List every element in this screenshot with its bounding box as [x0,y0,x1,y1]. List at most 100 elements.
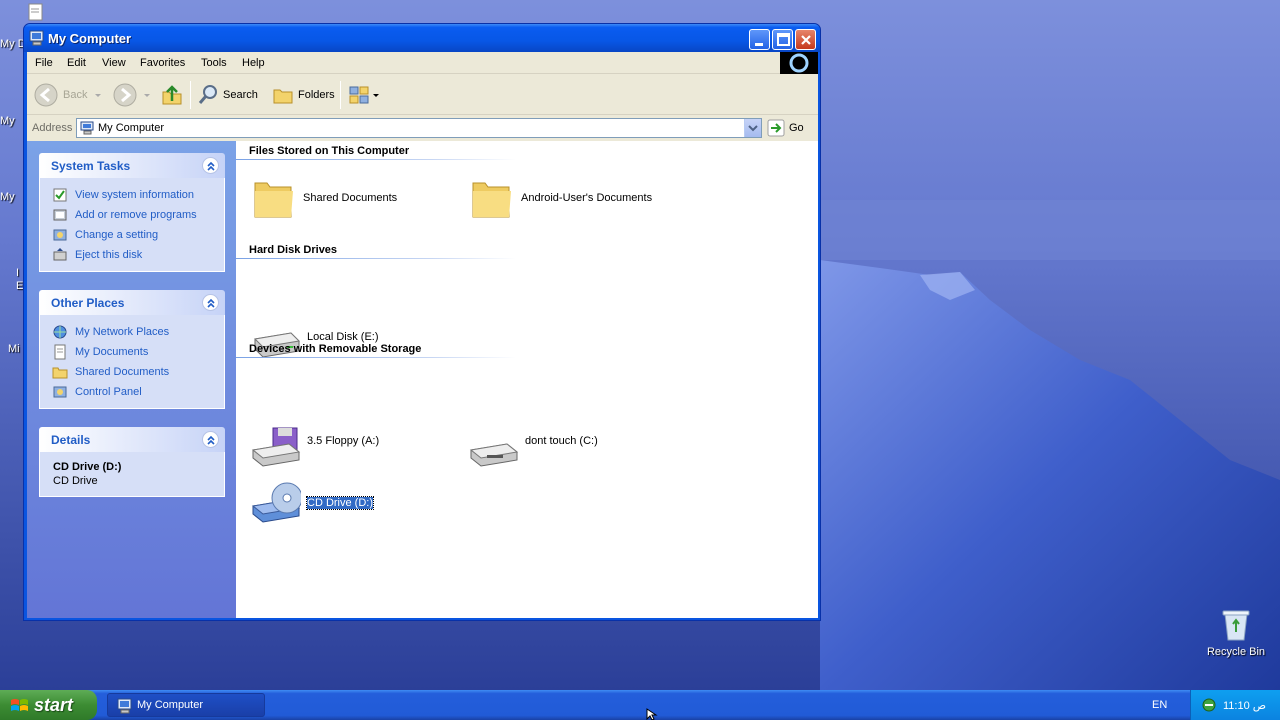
address-input[interactable]: My Computer [76,118,762,138]
desktop-icon-label[interactable]: My [0,115,15,127]
item-android-users-documents[interactable]: Android-User's Documents [469,175,652,221]
chevron-up-icon [207,298,215,308]
menu-view[interactable]: View [102,57,126,69]
place-my-documents[interactable]: My Documents [52,342,224,362]
system-tasks-body: View system information Add or remove pr… [39,178,225,272]
item-label: 3.5 Floppy (A:) [307,435,380,447]
folders-button[interactable]: Folders [272,81,335,109]
desktop-icon-label[interactable]: Mi [8,343,20,355]
window-titlebar[interactable]: My Computer [24,24,820,52]
folders-label: Folders [298,89,335,101]
task-view-system-information[interactable]: View system information [52,185,224,205]
menu-favorites[interactable]: Favorites [140,57,185,69]
details-body: CD Drive (D:) CD Drive [39,452,225,497]
window-client: File Edit View Favorites Tools Help Back [27,52,818,618]
task-label: My Network Places [75,326,170,338]
item-cd-drive-d[interactable]: CD Drive (D:) [251,480,374,526]
chevron-down-icon [144,94,150,97]
menubar: File Edit View Favorites Tools Help [27,52,818,74]
panel-title: Details [51,433,91,447]
system-tasks-panel: System Tasks View system information Add… [39,153,225,272]
place-control-panel[interactable]: Control Panel [52,382,224,402]
collapse-button[interactable] [202,431,219,448]
close-button[interactable] [795,29,816,50]
details-panel: Details CD Drive (D:) CD Drive [39,427,225,497]
taskbar-button-my-computer[interactable]: My Computer [107,693,265,717]
language-indicator[interactable]: EN [1152,699,1167,711]
task-label: Control Panel [75,386,142,398]
forward-button[interactable] [112,81,152,109]
search-icon [198,85,217,104]
back-button[interactable]: Back [33,81,103,109]
document-icon [54,344,66,360]
system-tray: 11:10 ص [1190,690,1280,720]
computer-icon [80,121,94,135]
task-pane: System Tasks View system information Add… [27,141,236,618]
close-icon [801,35,811,45]
document-icon[interactable] [28,3,44,21]
item-shared-documents[interactable]: Shared Documents [251,175,397,221]
desktop-icon-label[interactable]: My [0,191,15,203]
folder-icon [472,182,511,218]
control-panel-icon [53,386,67,398]
taskbar-button-label: My Computer [137,699,204,711]
toolbar: Back Search Folders [27,75,818,115]
panel-title: Other Places [51,296,125,310]
place-my-network-places[interactable]: My Network Places [52,322,224,342]
mouse-cursor-icon [646,708,658,720]
up-folder-button[interactable] [160,81,184,109]
views-button[interactable] [348,81,380,109]
window-title: My Computer [48,31,132,46]
task-add-remove-programs[interactable]: Add or remove programs [52,205,224,225]
maximize-button[interactable] [772,29,793,50]
item-label: Shared Documents [303,192,398,204]
details-header[interactable]: Details [39,427,225,452]
eject-icon [53,248,67,261]
minimize-button[interactable] [749,29,770,50]
group-header: Devices with Removable Storage [249,343,422,355]
recycle-bin[interactable]: Recycle Bin [1204,608,1268,658]
group-divider [236,357,516,358]
collapse-button[interactable] [202,157,219,174]
toolbar-separator [340,81,341,109]
clock[interactable]: 11:10 ص [1223,699,1266,712]
task-label: Shared Documents [75,366,170,378]
minimize-icon [755,43,763,46]
item-dont-touch-c[interactable]: dont touch (C:) [469,426,598,470]
collapse-button[interactable] [202,294,219,311]
go-button[interactable]: Go [767,119,804,137]
chevron-up-icon [207,161,215,171]
floppy-drive-icon [251,427,301,467]
task-label: Change a setting [75,229,159,241]
menu-file[interactable]: File [35,57,53,69]
menu-edit[interactable]: Edit [67,57,86,69]
maximize-icon [777,33,790,46]
removable-drive-icon [469,443,519,467]
system-tasks-header[interactable]: System Tasks [39,153,225,178]
task-eject-disk[interactable]: Eject this disk [52,245,224,265]
recycle-bin-label: Recycle Bin [1206,646,1266,658]
chevron-down-icon [95,94,102,97]
address-dropdown-button[interactable] [744,119,761,137]
start-button[interactable]: start [0,690,97,720]
menu-tools[interactable]: Tools [201,57,227,69]
other-places-header[interactable]: Other Places [39,290,225,315]
search-button[interactable]: Search [197,81,258,109]
menu-help[interactable]: Help [242,57,265,69]
toolbar-separator [190,81,191,109]
desktop-icon-label[interactable]: I [16,267,19,279]
back-label: Back [63,89,88,101]
desktop-icon-label[interactable]: My D [0,38,26,50]
go-arrow-icon [767,119,785,137]
forward-arrow-icon [113,83,137,107]
details-item-name: CD Drive (D:) [53,461,122,473]
my-computer-window: My Computer File Edit View Favorites Too… [23,23,821,621]
search-label: Search [223,89,258,101]
item-floppy-a[interactable]: 3.5 Floppy (A:) [251,426,379,470]
place-shared-documents[interactable]: Shared Documents [52,362,224,382]
programs-icon [53,209,67,221]
start-label: start [34,695,74,715]
chevron-down-icon [748,125,758,132]
task-change-setting[interactable]: Change a setting [52,225,224,245]
network-tray-icon[interactable] [1201,697,1217,713]
